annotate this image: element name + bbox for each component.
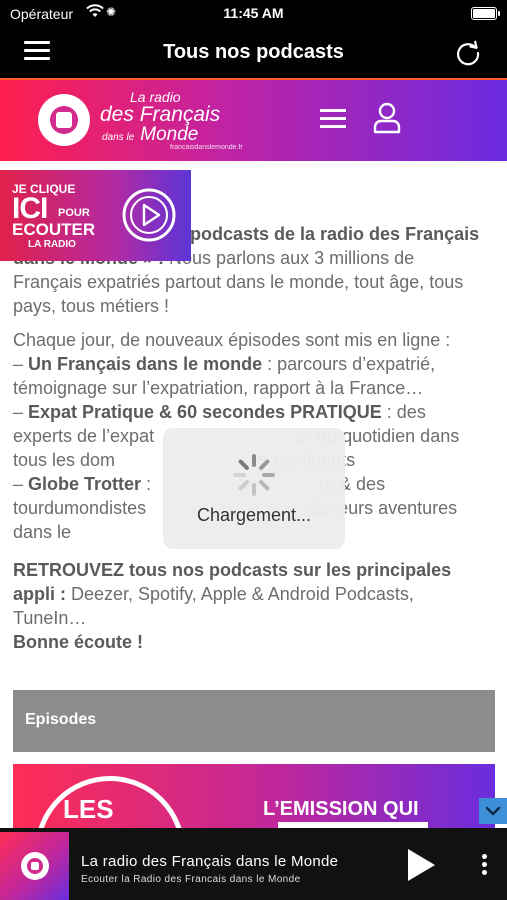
promo-text: L’EMISSION QUI: [263, 798, 419, 820]
site-menu-button[interactable]: [320, 109, 346, 129]
listen-radio-banner[interactable]: JE CLIQUE ICI POUR ECOUTER LA RADIO: [0, 170, 191, 261]
site-logo[interactable]: La radio des Français dans le Monde franc…: [100, 90, 243, 151]
site-header: La radio des Français dans le Monde franc…: [0, 78, 507, 161]
play-circle-icon: [122, 188, 176, 242]
loading-overlay: Chargement...: [163, 428, 345, 549]
banner-text: LA RADIO: [28, 239, 76, 250]
mini-player[interactable]: La radio des Français dans le Monde Ecou…: [0, 828, 507, 900]
web-content[interactable]: La radio des Français dans le Monde franc…: [0, 78, 507, 828]
episodes-section-header[interactable]: Episodes: [13, 690, 495, 752]
show-name: Globe Trotter: [28, 474, 142, 494]
clock: 11:45 AM: [223, 5, 284, 21]
logo-line: dans le: [102, 132, 135, 143]
show-name: Expat Pratique & 60 secondes PRATIQUE: [28, 402, 382, 422]
chevron-down-icon[interactable]: [479, 798, 507, 824]
sign-off: Bonne écoute !: [13, 632, 144, 652]
menu-icon-line: [320, 125, 346, 128]
player-subtitle: Ecouter la Radio des Francais dans le Mo…: [81, 874, 301, 885]
dash: –: [13, 474, 29, 494]
promo-banner[interactable]: LES L’EMISSION QUI: [13, 764, 495, 828]
spinner-icon: [233, 454, 275, 496]
banner-text: ECOUTER: [12, 220, 96, 239]
banner-text: POUR: [58, 207, 90, 219]
apps-paragraph: RETROUVEZ tous nos podcasts sur les prin…: [13, 558, 483, 654]
radio-logo-icon: [21, 852, 49, 880]
menu-icon-line: [320, 117, 346, 120]
battery-icon: [471, 7, 500, 20]
apps-list: Deezer, Spotify, Apple & Android Podcast…: [13, 584, 414, 628]
play-icon[interactable]: [406, 848, 436, 882]
logo-line: Monde: [140, 124, 199, 145]
logo-line: La radio: [130, 89, 181, 105]
radio-logo-icon[interactable]: [38, 94, 90, 146]
episodes-label: Episodes: [25, 711, 97, 728]
loading-label: Chargement...: [196, 505, 312, 525]
show-name: Un Français dans le monde: [28, 354, 263, 374]
menu-icon-line: [320, 109, 346, 112]
dot: [481, 854, 487, 859]
page-title: Tous nos podcasts: [163, 41, 344, 63]
dot: [481, 862, 487, 867]
status-bar: Opérateur ✺ 11:45 AM: [0, 0, 507, 28]
navigation-bar: Tous nos podcasts: [0, 28, 507, 78]
promo-text: LES: [63, 794, 114, 824]
daily-intro: Chaque jour, de nouveaux épisodes sont m…: [13, 330, 451, 350]
dash: –: [13, 402, 29, 422]
player-artwork: [0, 832, 69, 900]
dash: –: [13, 354, 29, 374]
show-desc: :: [141, 474, 152, 494]
player-title: La radio des Français dans le Monde: [81, 853, 339, 870]
user-icon[interactable]: [373, 102, 401, 134]
logo-url: francaisdanslemonde.fr: [170, 144, 243, 151]
logo-line: des Français: [100, 103, 221, 126]
dot: [481, 870, 487, 875]
refresh-icon[interactable]: [453, 38, 483, 68]
more-options-icon[interactable]: [478, 854, 490, 878]
